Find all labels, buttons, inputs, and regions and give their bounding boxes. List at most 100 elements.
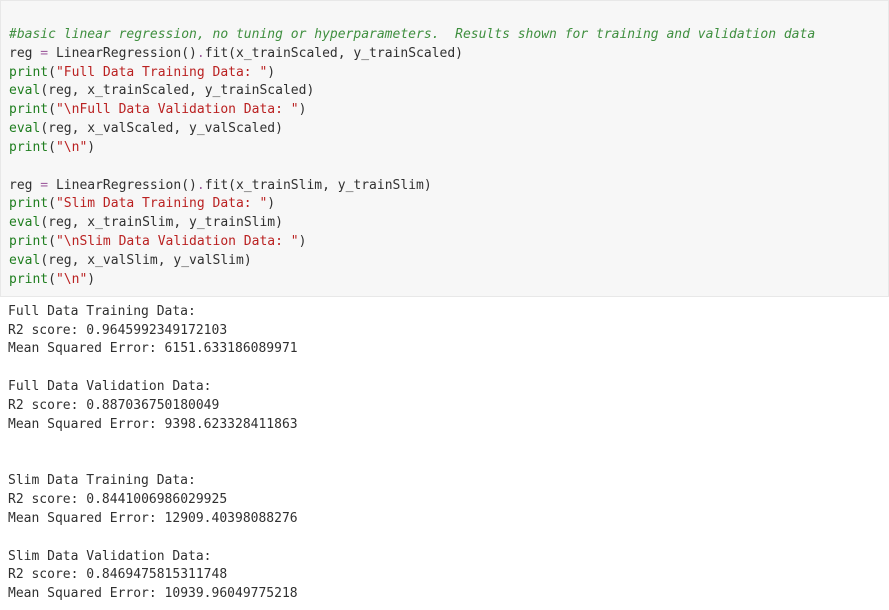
arg: y_trainSlim [338, 178, 424, 193]
output-mse-label: Mean Squared Error: [8, 417, 165, 432]
comma: , [158, 253, 174, 268]
paren: ( [228, 178, 236, 193]
output-mse-value: 10939.96049775218 [165, 586, 298, 601]
paren: ) [189, 178, 197, 193]
arg: y_valSlim [173, 253, 243, 268]
output-r2-label: R2 score: [8, 323, 86, 338]
paren: ( [48, 234, 56, 249]
dot: . [197, 46, 205, 61]
comma: , [173, 121, 189, 136]
arg: x_trainScaled [236, 46, 338, 61]
comma: , [338, 46, 354, 61]
builtin-eval: eval [9, 121, 40, 136]
comma: , [72, 253, 88, 268]
call-linear-regression: LinearRegression [56, 178, 181, 193]
paren: ) [87, 140, 95, 155]
paren: ) [275, 215, 283, 230]
output-r2-value: 0.887036750180049 [86, 398, 219, 413]
code-comment: #basic linear regression, no tuning or h… [9, 27, 815, 42]
builtin-eval: eval [9, 215, 40, 230]
paren: ( [48, 196, 56, 211]
output-r2-value: 0.8469475815311748 [86, 567, 227, 582]
paren: ) [189, 46, 197, 61]
output-section-title: Full Data Training Data: [8, 304, 204, 319]
paren: ) [299, 102, 307, 117]
comma: , [72, 121, 88, 136]
arg: x_trainScaled [87, 83, 189, 98]
op-assign: = [32, 178, 55, 193]
builtin-print: print [9, 140, 48, 155]
output-section-title: Slim Data Validation Data: [8, 549, 219, 564]
builtin-eval: eval [9, 83, 40, 98]
builtin-print: print [9, 65, 48, 80]
arg: x_valSlim [87, 253, 157, 268]
builtin-print: print [9, 272, 48, 287]
string-literal: "\nSlim Data Validation Data: " [56, 234, 299, 249]
paren: ( [40, 121, 48, 136]
paren: ) [306, 83, 314, 98]
paren: ( [40, 253, 48, 268]
arg: reg [48, 253, 71, 268]
builtin-print: print [9, 234, 48, 249]
paren: ( [48, 102, 56, 117]
paren: ( [48, 65, 56, 80]
method-fit: fit [205, 46, 228, 61]
paren: ) [275, 121, 283, 136]
arg: y_valScaled [189, 121, 275, 136]
builtin-print: print [9, 196, 48, 211]
output-mse-label: Mean Squared Error: [8, 586, 165, 601]
output-mse-value: 9398.623328411863 [165, 417, 298, 432]
arg: x_trainSlim [236, 178, 322, 193]
op-assign: = [32, 46, 55, 61]
paren: ) [87, 272, 95, 287]
string-literal: "Full Data Training Data: " [56, 65, 267, 80]
arg: y_trainScaled [353, 46, 455, 61]
output-mse-label: Mean Squared Error: [8, 341, 165, 356]
arg: x_valScaled [87, 121, 173, 136]
paren: ) [299, 234, 307, 249]
paren: ) [267, 65, 275, 80]
paren: ( [40, 215, 48, 230]
code-line: reg [9, 46, 32, 61]
arg: reg [48, 121, 71, 136]
paren: ( [40, 83, 48, 98]
string-literal: "\n" [56, 140, 87, 155]
output-mse-label: Mean Squared Error: [8, 511, 165, 526]
builtin-print: print [9, 102, 48, 117]
comma: , [72, 215, 88, 230]
string-literal: "\n" [56, 272, 87, 287]
string-literal: "Slim Data Training Data: " [56, 196, 267, 211]
paren: ( [181, 178, 189, 193]
output-r2-label: R2 score: [8, 492, 86, 507]
output-mse-value: 12909.40398088276 [165, 511, 298, 526]
paren: ) [244, 253, 252, 268]
arg: y_trainSlim [189, 215, 275, 230]
paren: ( [181, 46, 189, 61]
comma: , [173, 215, 189, 230]
comma: , [189, 83, 205, 98]
output-mse-value: 6151.633186089971 [165, 341, 298, 356]
arg: y_trainScaled [205, 83, 307, 98]
call-linear-regression: LinearRegression [56, 46, 181, 61]
dot: . [197, 178, 205, 193]
paren: ( [48, 272, 56, 287]
output-cell: Full Data Training Data: R2 score: 0.964… [0, 297, 889, 610]
arg: x_trainSlim [87, 215, 173, 230]
builtin-eval: eval [9, 253, 40, 268]
output-r2-label: R2 score: [8, 567, 86, 582]
paren: ( [228, 46, 236, 61]
output-section-title: Slim Data Training Data: [8, 473, 204, 488]
arg: reg [48, 83, 71, 98]
paren: ( [48, 140, 56, 155]
output-r2-value: 0.9645992349172103 [86, 323, 227, 338]
string-literal: "\nFull Data Validation Data: " [56, 102, 299, 117]
method-fit: fit [205, 178, 228, 193]
output-r2-label: R2 score: [8, 398, 86, 413]
output-r2-value: 0.8441006986029925 [86, 492, 227, 507]
arg: reg [48, 215, 71, 230]
comma: , [72, 83, 88, 98]
comma: , [322, 178, 338, 193]
code-cell: #basic linear regression, no tuning or h… [0, 0, 889, 297]
paren: ) [424, 178, 432, 193]
paren: ) [267, 196, 275, 211]
